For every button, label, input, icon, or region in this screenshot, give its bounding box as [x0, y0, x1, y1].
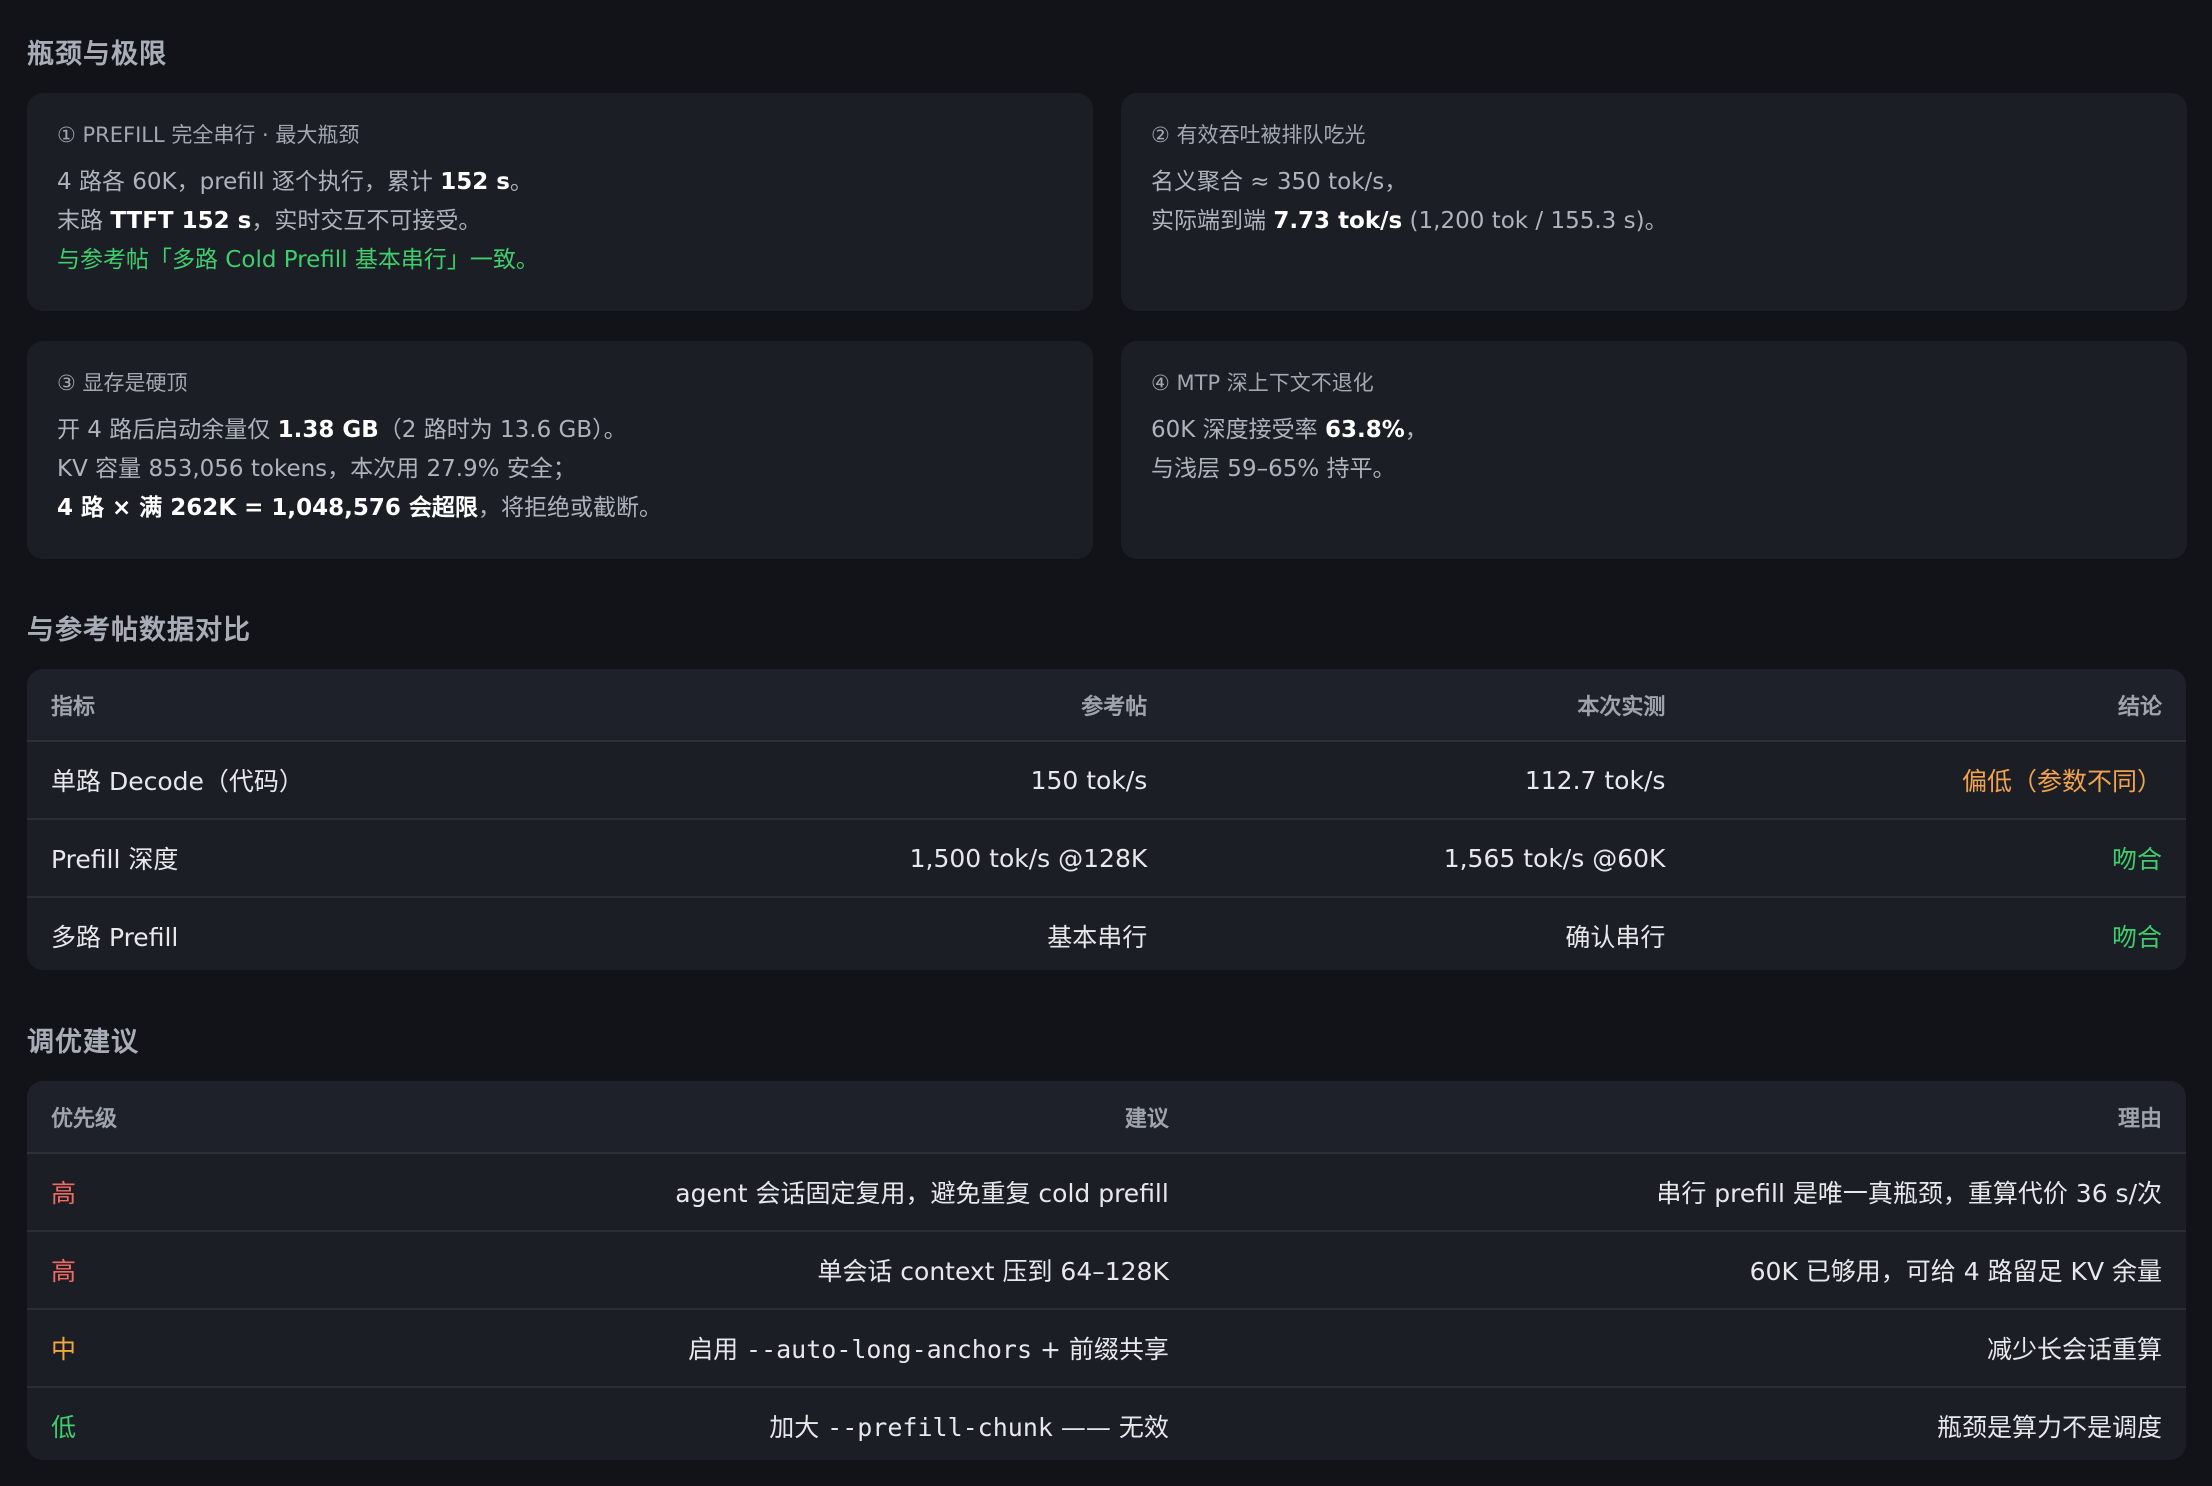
card-title: ① PREFILL 完全串行 · 最大瓶颈	[57, 123, 360, 147]
table-header-row: 优先级 建议 理由	[27, 1081, 2186, 1154]
cell-priority-low: 低	[51, 1413, 77, 1442]
cell-measured: 1,565 tok/s @60K	[1171, 819, 1690, 898]
section-title-tuning: 调优建议	[27, 1027, 139, 1058]
card-line: 末路 TTFT 152 s，实时交互不可接受。	[57, 202, 1063, 241]
bold-text: 7.73 tok/s	[1273, 208, 1403, 234]
table-row: 中 启用 --auto-long-anchors + 前缀共享 减少长会话重算	[27, 1309, 2186, 1388]
section-title-compare: 与参考帖数据对比	[27, 615, 251, 646]
cell-suggestion: 启用 --auto-long-anchors + 前缀共享	[329, 1309, 1193, 1388]
card-line: KV 容量 853,056 tokens，本次用 27.9% 安全；	[57, 450, 1063, 489]
text: 实际端到端	[1151, 208, 1274, 234]
code-flag: --prefill-chunk	[827, 1413, 1053, 1442]
card-title: ③ 显存是硬顶	[57, 371, 188, 395]
compare-table: 指标 参考帖 本次实测 结论 单路 Decode（代码） 150 tok/s 1…	[27, 669, 2186, 970]
table-row: 低 加大 --prefill-chunk —— 无效 瓶颈是算力不是调度	[27, 1387, 2186, 1460]
column-header-reference: 参考帖	[588, 669, 1172, 742]
cell-suggestion: agent 会话固定复用，避免重复 cold prefill	[329, 1153, 1193, 1232]
card-line-highlight: 与参考帖「多路 Cold Prefill 基本串行」一致。	[57, 247, 539, 273]
text: ，实时交互不可接受。	[251, 208, 482, 234]
tuning-table: 优先级 建议 理由 高 agent 会话固定复用，避免重复 cold prefi…	[27, 1081, 2186, 1460]
cell-conclusion: 吻合	[1689, 819, 2186, 898]
bold-text: 1.38 GB	[277, 417, 379, 443]
column-header-suggestion: 建议	[329, 1081, 1193, 1154]
table-row: 单路 Decode（代码） 150 tok/s 112.7 tok/s 偏低（参…	[27, 741, 2186, 820]
card-line: 60K 深度接受率 63.8%，	[1151, 411, 2157, 450]
section-title-bottlenecks: 瓶颈与极限	[27, 39, 167, 70]
cell-measured: 112.7 tok/s	[1171, 741, 1690, 820]
cell-reason: 60K 已够用，可给 4 路留足 KV 余量	[1192, 1231, 2186, 1310]
column-header-measured: 本次实测	[1171, 669, 1690, 742]
bold-text: 4 路 × 满 262K = 1,048,576 会超限	[57, 495, 478, 521]
table-row: 高 单会话 context 压到 64–128K 60K 已够用，可给 4 路留…	[27, 1231, 2186, 1310]
code-flag: --auto-long-anchors	[746, 1335, 1032, 1364]
cell-suggestion: 单会话 context 压到 64–128K	[329, 1231, 1193, 1310]
text: ，将拒绝或截断。	[477, 495, 662, 521]
cell-reason: 减少长会话重算	[1192, 1309, 2186, 1388]
cell-priority-high: 高	[27, 1231, 330, 1310]
cell-reference: 基本串行	[1047, 923, 1148, 952]
text: agent 会话固定复用，避免重复 cold prefill	[675, 1179, 1169, 1208]
cell-suggestion: 加大 --prefill-chunk —— 无效	[329, 1387, 1193, 1460]
tuning-table-container: 优先级 建议 理由 高 agent 会话固定复用，避免重复 cold prefi…	[27, 1081, 2186, 1460]
compare-table-container: 指标 参考帖 本次实测 结论 单路 Decode（代码） 150 tok/s 1…	[27, 669, 2186, 970]
page: 瓶颈与极限 ① PREFILL 完全串行 · 最大瓶颈 4 路各 60K，pre…	[0, 0, 2212, 1486]
table-header-row: 指标 参考帖 本次实测 结论	[27, 669, 2186, 742]
card-line: 名义聚合 ≈ 350 tok/s，	[1151, 163, 2157, 202]
cell-reason: 瓶颈是算力不是调度	[1936, 1413, 2162, 1442]
text: 加大	[769, 1413, 828, 1442]
card-throughput: ② 有效吞吐被排队吃光 名义聚合 ≈ 350 tok/s， 实际端到端 7.73…	[1121, 93, 2187, 311]
table-row: 多路 Prefill 基本串行 确认串行 吻合	[27, 897, 2186, 970]
card-line: 4 路 × 满 262K = 1,048,576 会超限，将拒绝或截断。	[57, 489, 1063, 528]
text: + 前缀共享	[1032, 1335, 1169, 1364]
card-vram: ③ 显存是硬顶 开 4 路后启动余量仅 1.38 GB（2 路时为 13.6 G…	[27, 341, 1093, 559]
text: KV 容量 853,056 tokens，本次用 27.9% 安全；	[57, 456, 576, 482]
column-header-priority: 优先级	[27, 1081, 330, 1154]
text: 启用	[688, 1335, 747, 1364]
cell-priority-high: 高	[27, 1153, 330, 1232]
text: ，	[1404, 417, 1428, 443]
card-line: 实际端到端 7.73 tok/s (1,200 tok / 155.3 s)。	[1151, 202, 2157, 241]
text: (1,200 tok / 155.3 s)。	[1402, 208, 1668, 234]
card-line: 4 路各 60K，prefill 逐个执行，累计 152 s。	[57, 163, 1063, 202]
column-header-metric: 指标	[27, 669, 589, 742]
card-title: ② 有效吞吐被排队吃光	[1151, 123, 1366, 147]
table-row: Prefill 深度 1,500 tok/s @128K 1,565 tok/s…	[27, 819, 2186, 898]
card-prefill-serial: ① PREFILL 完全串行 · 最大瓶颈 4 路各 60K，prefill 逐…	[27, 93, 1093, 311]
text: 名义聚合 ≈ 350 tok/s，	[1151, 169, 1408, 195]
cell-metric: Prefill 深度	[27, 819, 589, 898]
text: 末路	[57, 208, 111, 234]
card-title: ④ MTP 深上下文不退化	[1151, 371, 1374, 395]
column-header-reason: 理由	[1192, 1081, 2186, 1154]
text: 4 路各 60K，prefill 逐个执行，累计	[57, 169, 441, 195]
bold-text: 63.8%	[1324, 417, 1405, 443]
cell-reference: 150 tok/s	[588, 741, 1172, 820]
cell-metric: 多路 Prefill	[51, 923, 179, 952]
cell-measured: 确认串行	[1565, 923, 1666, 952]
text: 60K 深度接受率	[1151, 417, 1325, 443]
cell-metric: 单路 Decode（代码）	[27, 741, 589, 820]
cell-reason: 串行 prefill 是唯一真瓶颈，重算代价 36 s/次	[1192, 1153, 2186, 1232]
cell-priority-medium: 中	[27, 1309, 330, 1388]
text: 单会话 context 压到 64–128K	[817, 1257, 1169, 1286]
column-header-conclusion: 结论	[1689, 669, 2186, 742]
card-line: 与浅层 59–65% 持平。	[1151, 450, 2157, 489]
card-line: 开 4 路后启动余量仅 1.38 GB（2 路时为 13.6 GB）。	[57, 411, 1063, 450]
cell-conclusion: 偏低（参数不同）	[1689, 741, 2186, 820]
text: 与浅层 59–65% 持平。	[1151, 456, 1396, 482]
card-mtp: ④ MTP 深上下文不退化 60K 深度接受率 63.8%， 与浅层 59–65…	[1121, 341, 2187, 559]
text: 。	[509, 169, 533, 195]
cell-reference: 1,500 tok/s @128K	[588, 819, 1172, 898]
text: （2 路时为 13.6 GB）。	[378, 417, 627, 443]
bold-text: TTFT 152 s	[110, 208, 252, 234]
bold-text: 152 s	[440, 169, 510, 195]
text: 开 4 路后启动余量仅	[57, 417, 278, 443]
text: —— 无效	[1052, 1413, 1169, 1442]
cell-conclusion: 吻合	[2111, 923, 2162, 952]
table-row: 高 agent 会话固定复用，避免重复 cold prefill 串行 pref…	[27, 1153, 2186, 1232]
